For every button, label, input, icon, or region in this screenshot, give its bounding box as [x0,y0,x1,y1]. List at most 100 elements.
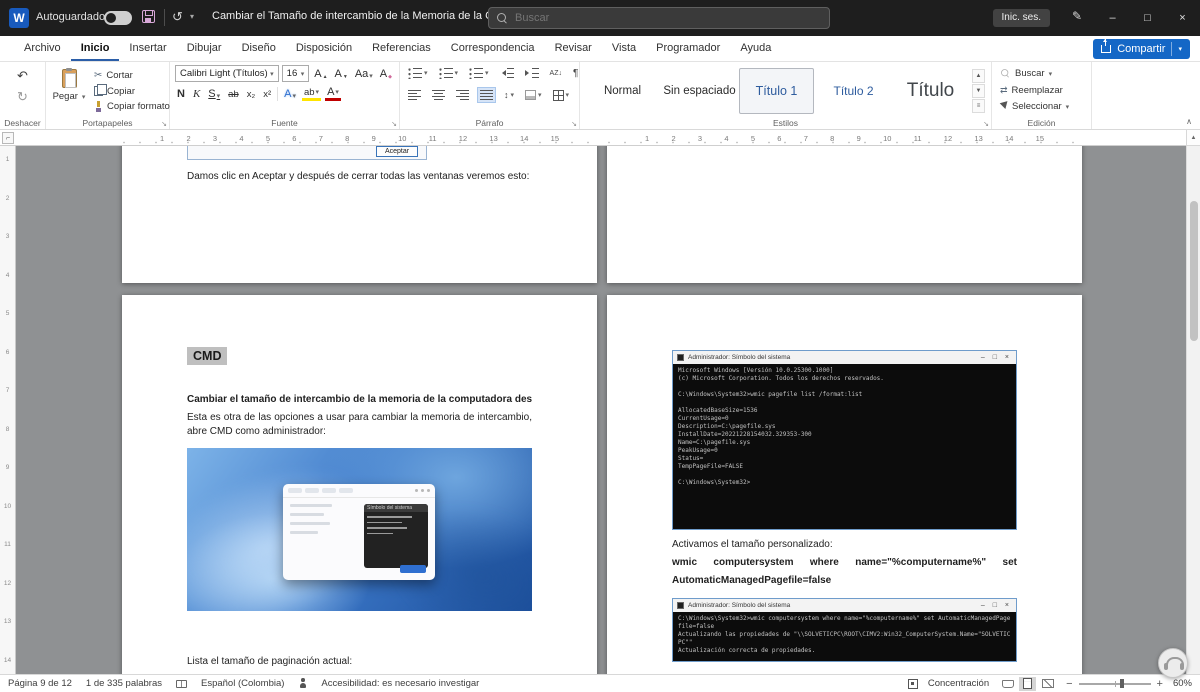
font-name-combo[interactable]: Calibri Light (Títulos) ▾ [175,65,279,82]
paste-button[interactable]: Pegar ▾ [51,65,87,115]
ribbon-tab[interactable]: Inicio [70,36,120,61]
ribbon-tab[interactable]: Diseño [232,36,286,61]
command-text-line1[interactable]: wmic computersystem where name="%compute… [672,556,1017,570]
horizontal-ruler[interactable]: ⌐ 1 2 3 4 5 6 7 8 9 10 11 12 13 14 15 1 2 3 4 5 6 7 8 9 10 11 12 1… [0,130,1186,146]
ribbon-tab[interactable]: Ayuda [730,36,781,61]
copy-button[interactable]: Copiar [91,84,173,98]
clear-formatting-button[interactable]: A ◆ [378,68,394,80]
undo-icon[interactable]: ↺ [172,9,183,25]
vertical-ruler[interactable]: 1 2 3 4 5 6 7 8 9 10 11 12 13 14 [0,146,16,674]
page-indicator[interactable]: Página 9 de 12 [8,678,72,689]
command-text-line2[interactable]: AutomaticManagedPagefile=false [672,574,1017,588]
strikethrough-button[interactable]: ab [226,89,241,100]
style-item[interactable]: Título 1 [739,67,814,114]
dialog-launcher-icon[interactable]: ↘ [571,120,577,128]
web-layout-button[interactable] [1039,677,1056,691]
ribbon-tab[interactable]: Insertar [119,36,176,61]
scrollbar-thumb[interactable] [1190,201,1198,341]
language-indicator[interactable]: Español (Colombia) [201,678,284,689]
zoom-in-button[interactable]: + [1157,678,1163,690]
ribbon-tab[interactable]: Vista [602,36,646,61]
page-bottom-left[interactable]: CMD Cambiar el tamaño de intercambio de … [122,295,597,674]
style-item[interactable]: Título [893,68,968,114]
print-layout-button[interactable] [1019,676,1037,691]
bold-button[interactable]: N [175,88,187,100]
close-button[interactable]: × [1165,0,1200,36]
pen-icon[interactable]: ✎ [1072,9,1082,23]
borders-button[interactable]: ▾ [550,87,573,103]
zoom-out-button[interactable]: − [1066,678,1072,690]
ribbon-tab[interactable]: Correspondencia [441,36,545,61]
bullet-list-button[interactable]: ▾ [405,65,431,81]
read-mode-button[interactable] [999,677,1016,691]
paragraph[interactable]: Damos clic en Aceptar y después de cerra… [187,170,532,184]
dialog-launcher-icon[interactable]: ↘ [161,120,167,128]
shrink-font-button[interactable]: A ▼ [333,68,350,80]
focus-mode-button[interactable]: Concentración [928,678,989,689]
ribbon-tab[interactable]: Disposición [286,36,362,61]
subscript-button[interactable]: x₂ [245,89,257,100]
sign-in-button[interactable]: Inic. ses. [992,9,1050,27]
cut-button[interactable]: ✂ Cortar [91,69,173,82]
autosave-toggle[interactable] [104,11,132,25]
grow-font-button[interactable]: A ▲ [312,68,329,80]
change-case-button[interactable]: Aa ▾ [353,68,375,80]
decrease-indent-button[interactable] [497,65,517,81]
cmd-heading[interactable]: CMD [187,347,228,365]
maximize-button[interactable]: □ [1130,0,1165,36]
search-input[interactable] [515,12,821,24]
align-center-button[interactable] [429,87,448,103]
style-item[interactable]: Título 2 [816,68,891,114]
paragraph[interactable]: Activamos el tamaño personalizado: [672,538,1017,552]
section-subheading[interactable]: Cambiar el tamaño de intercambio de la m… [187,393,532,407]
style-item[interactable]: Normal [585,68,660,114]
format-painter-button[interactable]: Copiar formato [91,100,173,113]
save-icon[interactable] [142,10,155,23]
page-bottom-right[interactable]: Administrador: Símbolo del sistema – □ ×… [607,295,1082,674]
zoom-slider[interactable] [1078,679,1151,688]
search-box[interactable] [488,7,830,29]
sort-button[interactable]: AZ↓ [547,67,565,79]
paragraph[interactable]: Esta es otra de las opciones a usar para… [187,411,532,439]
dialog-launcher-icon[interactable]: ↘ [391,120,397,128]
proofing-book-icon[interactable] [175,679,187,688]
ribbon-tab[interactable]: Programador [646,36,730,61]
italic-button[interactable]: K [191,88,202,100]
ribbon-tab[interactable]: Revisar [545,36,602,61]
styles-gallery-more-icon[interactable]: ≡ [972,98,985,113]
assistant-bubble[interactable] [1158,648,1188,678]
page-top-left[interactable]: Aceptar Damos clic en Aceptar y después … [122,146,597,283]
accessibility-status[interactable]: Accesibilidad: es necesario investigar [321,678,479,689]
align-right-button[interactable] [453,87,472,103]
redo-icon[interactable]: ↻ [17,89,28,105]
ribbon-tab[interactable]: Dibujar [177,36,232,61]
collapse-ribbon-icon[interactable]: ∧ [1186,117,1192,126]
numbered-list-button[interactable]: ▾ [436,65,462,81]
ribbon-tab[interactable]: Referencias [362,36,441,61]
align-left-button[interactable] [405,87,424,103]
highlight-color-button[interactable]: ab ▾ [301,87,322,101]
style-item[interactable]: Sin espaciado [662,68,737,114]
zoom-level[interactable]: 60% [1173,678,1192,689]
page-top-right[interactable] [607,146,1082,283]
tab-selector-icon[interactable]: ⌐ [2,132,14,144]
multilevel-list-button[interactable]: ▾ [466,65,492,81]
increase-indent-button[interactable] [522,65,542,81]
styles-scroll-down-icon[interactable]: ▼ [972,83,985,98]
dialog-launcher-icon[interactable]: ↘ [983,120,989,128]
ribbon-tab[interactable]: Archivo [14,36,71,61]
font-color-button[interactable]: A ▾ [325,87,341,101]
justify-button[interactable] [477,87,496,103]
share-button[interactable]: Compartir ▾ [1093,39,1190,59]
find-button[interactable]: Buscar ▾ [997,67,1086,80]
zoom-slider-thumb[interactable] [1120,679,1125,688]
line-spacing-button[interactable]: ↕ ▾ [501,88,517,103]
superscript-button[interactable]: x² [261,89,273,100]
vertical-scrollbar[interactable] [1186,146,1200,674]
underline-button[interactable]: S ▾ [206,88,222,100]
undo-icon[interactable]: ↶ [17,68,28,84]
text-effects-button[interactable]: A ▾ [282,88,298,100]
caption[interactable]: Lista el tamaño de paginación actual: [187,655,532,669]
styles-scroll-up-icon[interactable]: ▲ [972,68,985,83]
replace-button[interactable]: ⇄ Reemplazar [997,84,1086,97]
